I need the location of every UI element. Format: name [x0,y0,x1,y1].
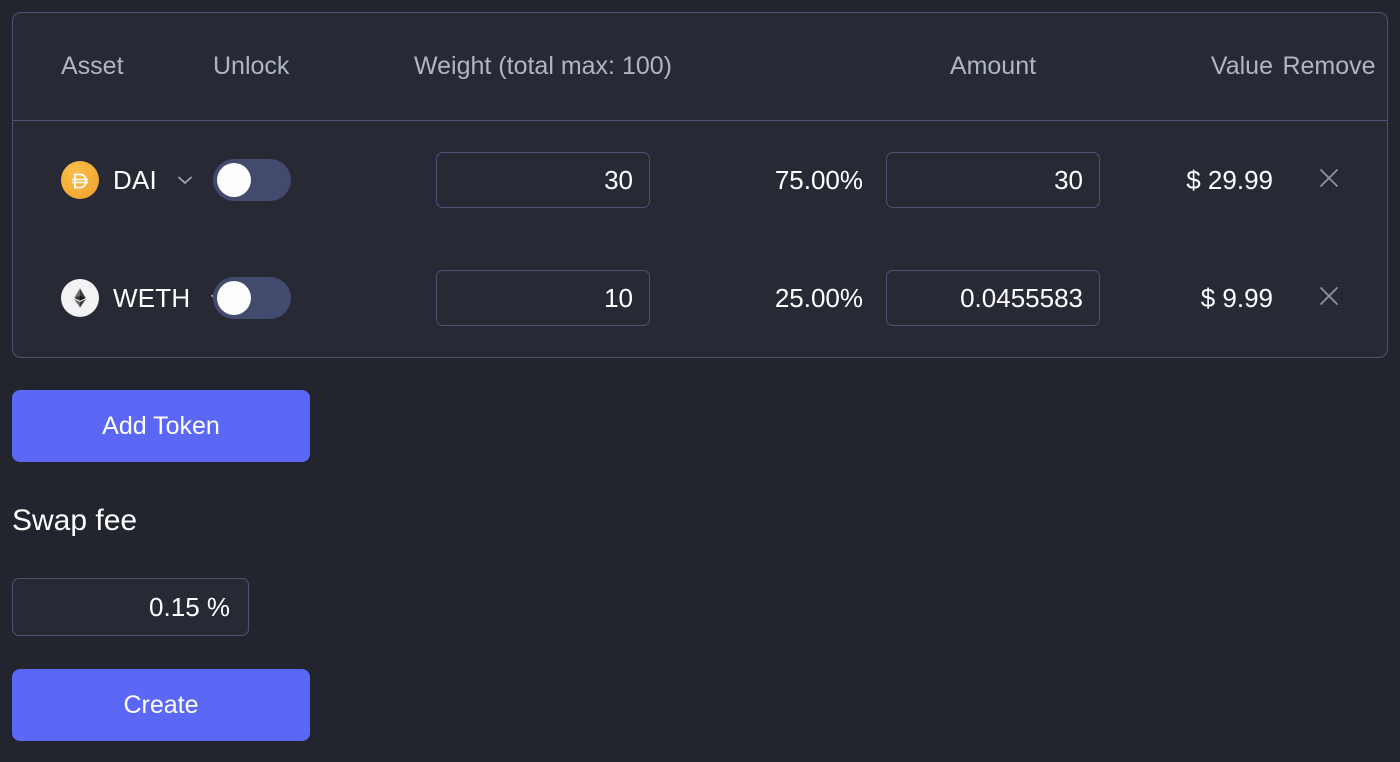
column-header-amount: Amount [949,52,1037,80]
column-header-weight: Weight (total max: 100) [414,52,672,80]
weight-percent-weth: 25.00% [774,282,863,313]
value-dai: $ 29.99 [1186,164,1273,195]
toggle-knob [217,281,251,315]
column-header-unlock: Unlock [213,52,290,80]
create-button[interactable]: Create [12,669,310,741]
column-header-value: Value [1210,52,1273,80]
remove-cell-weth [1273,281,1385,316]
remove-button-weth[interactable] [1314,281,1344,311]
amount-cell-weth [863,270,1123,326]
dai-token-icon [61,161,99,199]
unlock-cell-weth [213,277,373,319]
unlock-toggle-weth[interactable] [213,277,291,319]
unlock-toggle-dai[interactable] [213,159,291,201]
remove-button-dai[interactable] [1314,163,1344,193]
asset-selector-dai[interactable]: DAI [13,161,213,199]
pool-creation-page: Asset Unlock Weight (total max: 100) Amo… [0,0,1400,762]
weight-input-dai[interactable] [436,152,650,208]
column-header-asset: Asset [61,52,124,80]
chevron-down-icon[interactable] [173,168,197,192]
weight-cell-weth [373,270,713,326]
amount-input-dai[interactable] [886,152,1100,208]
swap-fee-label: Swap fee [12,504,138,537]
weight-cell-dai [373,152,713,208]
add-token-section: Add Token [12,390,1388,462]
close-icon [1320,168,1338,187]
create-section: Create [12,669,1388,741]
remove-cell-dai [1273,163,1385,198]
table-row: WETH 25.00% [13,239,1387,357]
asset-symbol: DAI [113,164,157,195]
token-table-header: Asset Unlock Weight (total max: 100) Amo… [13,13,1387,121]
asset-symbol: WETH [113,282,191,313]
swap-fee-input[interactable] [12,578,249,636]
weight-percent-dai: 75.00% [774,164,863,195]
amount-cell-dai [863,152,1123,208]
amount-input-weth[interactable] [886,270,1100,326]
unlock-cell-dai [213,159,373,201]
toggle-knob [217,163,251,197]
table-row: DAI 75.00% [13,121,1387,239]
column-header-remove: Remove [1282,52,1376,80]
asset-selector-weth[interactable]: WETH [13,279,226,317]
token-table-card: Asset Unlock Weight (total max: 100) Amo… [12,12,1388,358]
swap-fee-section [12,578,249,636]
close-icon [1320,286,1338,305]
value-weth: $ 9.99 [1200,282,1273,313]
weight-input-weth[interactable] [436,270,650,326]
weth-token-icon [61,279,99,317]
add-token-button[interactable]: Add Token [12,390,310,462]
